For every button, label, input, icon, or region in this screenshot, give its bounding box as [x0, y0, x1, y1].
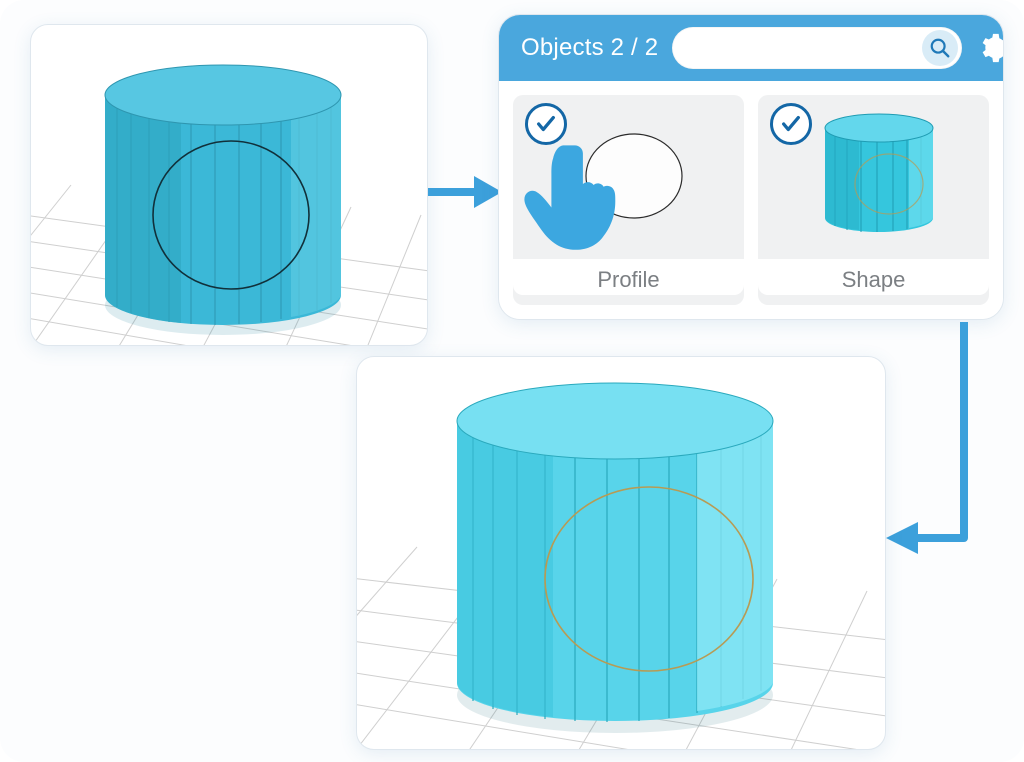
objects-panel: Objects 2 / 2 — [498, 14, 1004, 320]
objects-panel-header: Objects 2 / 2 — [499, 15, 1003, 81]
search-button[interactable] — [922, 30, 958, 66]
object-check-shape[interactable] — [770, 103, 812, 145]
arrow-step-2 — [870, 318, 990, 568]
viewport-after — [356, 356, 886, 750]
cylinder-selected — [457, 383, 773, 733]
search-input[interactable] — [686, 37, 922, 60]
object-card-profile[interactable]: Profile — [513, 95, 744, 305]
settings-button[interactable] — [976, 28, 1004, 68]
viewport-before — [30, 24, 428, 346]
object-check-profile[interactable] — [525, 103, 567, 145]
arrow-step-1 — [424, 172, 504, 212]
check-icon — [535, 113, 557, 135]
object-card-shape[interactable]: Shape — [758, 95, 989, 305]
check-icon — [780, 113, 802, 135]
scene-after — [357, 357, 885, 749]
gear-icon — [976, 31, 1004, 65]
scene-before — [31, 25, 427, 345]
object-label-shape: Shape — [758, 259, 989, 295]
cylinder-unselected — [105, 65, 341, 335]
object-label-profile: Profile — [513, 259, 744, 295]
diagram-stage: Objects 2 / 2 — [0, 0, 1024, 762]
search-field-wrap[interactable] — [672, 27, 962, 69]
search-icon — [929, 37, 951, 59]
objects-panel-body: Profile — [499, 81, 1003, 319]
objects-panel-title: Objects 2 / 2 — [521, 34, 658, 62]
